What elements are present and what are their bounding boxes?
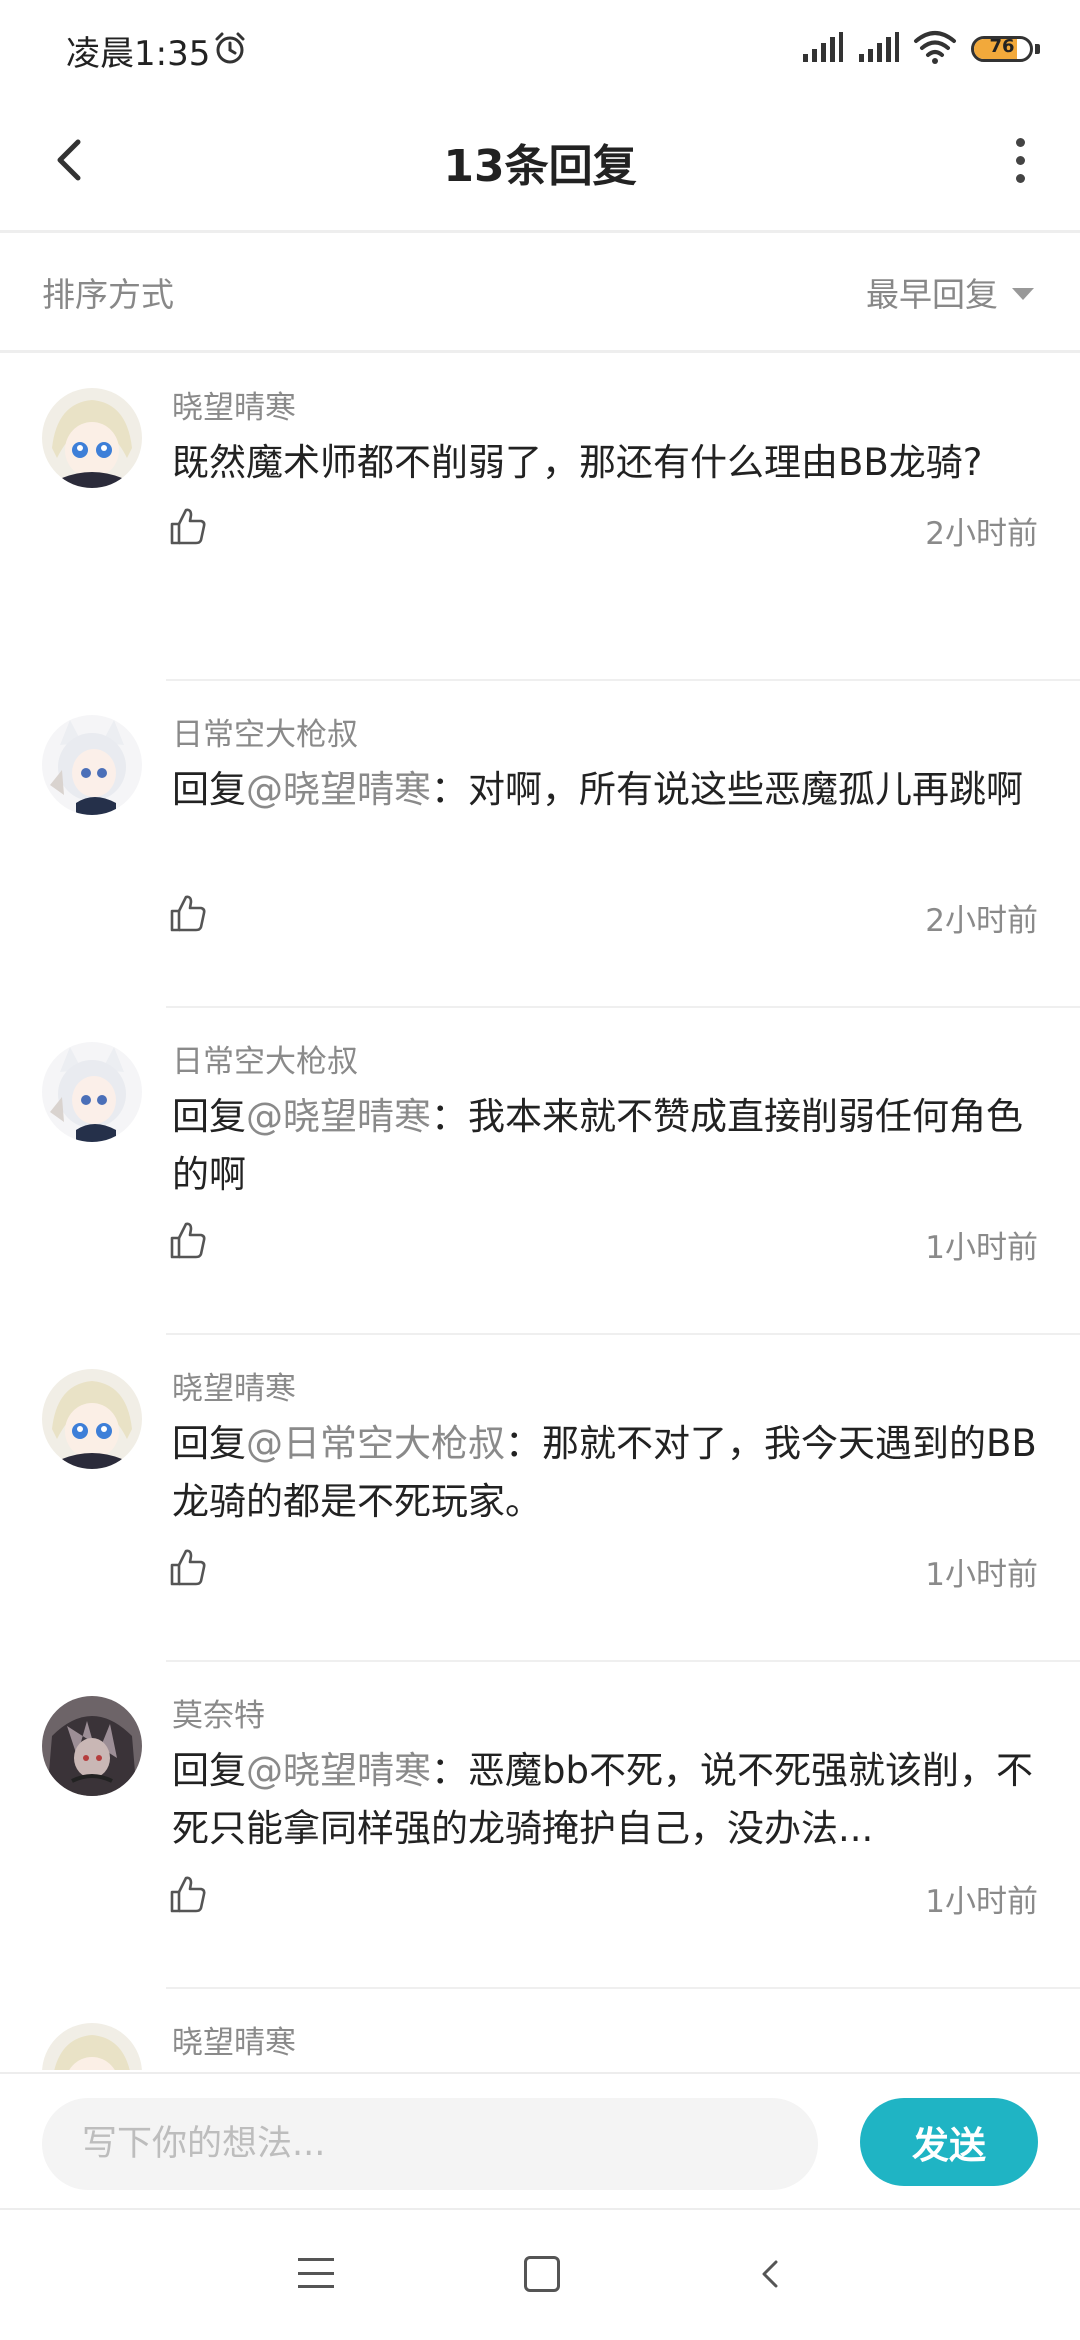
header-divider [0,230,1080,233]
comment-input[interactable] [42,2098,818,2190]
alarm-icon [212,30,248,70]
status-time: 凌晨1:35 [66,34,211,74]
signal-icon [801,32,843,66]
reply-prefix: 回复 [172,1422,246,1465]
thumbs-up-icon [170,1876,206,1913]
status-bar: 凌晨1:35 76 [0,0,1080,100]
reply-content: 回复@晓望晴寒：对啊，所有说这些恶魔孤儿再跳啊 [172,761,1042,819]
reply-content: 回复@晓望晴寒：我本来就不赞成直接削弱任何角色的啊 [172,1088,1042,1204]
avatar[interactable] [42,1369,142,1469]
reply-item[interactable]: 晓望晴寒回复@日常空大枪叔：那就不对了，我今天遇到的BB龙骑的都是不死玩家。 1小… [0,1335,1080,1662]
thumbs-up-icon [170,508,206,545]
reply-time: 1小时前 [925,1884,1038,1920]
reply-prefix: 回复 [172,1749,246,1792]
reply-list[interactable]: 晓望晴寒 既然魔术师都不削弱了，那还有什么理由BB龙骑? 2小时前 日常空大枪叔 回复@… [0,354,1080,2070]
reply-username[interactable]: 晓望晴寒 [172,382,296,427]
battery-percent: 76 [989,36,1015,57]
reply-item[interactable]: 莫奈特回复@晓望晴寒：恶魔bb不死，说不死强就该削，不死只能拿同样强的龙骑掩护自… [0,1662,1080,1989]
more-options-button[interactable] [990,130,1050,190]
like-button[interactable] [166,504,210,548]
back-nav-icon[interactable] [752,2254,792,2294]
reply-username[interactable]: 晓望晴寒 [172,2017,296,2062]
sort-value: 最早回复 [866,275,998,314]
reply-prefix: 回复 [172,768,246,811]
reply-username[interactable]: 日常空大枪叔 [172,1036,358,1081]
mention-link[interactable]: @日常空大枪叔 [246,1422,505,1465]
sort-divider [0,350,1080,353]
reply-item[interactable]: 晓望晴寒既然魔术师都不削弱了，那还有什么理由BB龙骑? 2小时前 [0,354,1080,681]
page-title: 13条回复 [443,141,637,192]
reply-item[interactable]: 日常空大枪叔回复@晓望晴寒：我本来就不赞成直接削弱任何角色的啊 1小时前 [0,1008,1080,1335]
reply-time: 1小时前 [925,1230,1038,1266]
mention-link[interactable]: @晓望晴寒 [246,1749,431,1792]
like-button[interactable] [166,1872,210,1916]
reply-username[interactable]: 日常空大枪叔 [172,709,358,754]
reply-text: 既然魔术师都不削弱了，那还有什么理由BB龙骑? [172,441,983,484]
thumbs-up-icon [170,1549,206,1586]
thumbs-up-icon [170,895,206,932]
reply-time: 1小时前 [925,1557,1038,1593]
battery-cap [1035,44,1040,54]
reply-username[interactable]: 晓望晴寒 [172,1363,296,1408]
sort-label: 排序方式 [42,275,174,314]
avatar[interactable] [42,715,142,815]
reply-item[interactable]: 日常空大枪叔 回复@晓望晴寒：对啊，所有说这些恶魔孤儿再跳啊 2小时前 [0,681,1080,1008]
caret-down-icon [1012,288,1034,300]
avatar[interactable] [42,388,142,488]
more-vertical-icon [1015,155,1025,165]
like-button[interactable] [166,891,210,935]
reply-username[interactable]: 莫奈特 [172,1690,265,1735]
reply-content: 既然魔术师都不削弱了，那还有什么理由BB龙骑? [172,434,1042,492]
app-header: 13条回复 [0,100,1080,230]
thumbs-up-icon [170,1222,206,1259]
comment-composer: 发送 [0,2072,1080,2208]
reply-content: 回复@莫奈特：拿别人挡枪还说的那么理直气壮， [172,2069,1042,2070]
sort-dropdown[interactable]: 最早回复 [866,268,1034,316]
signal-icon [857,32,899,66]
wifi-icon [913,30,957,68]
send-button[interactable]: 发送 [860,2098,1038,2186]
reply-time: 2小时前 [925,516,1038,552]
reply-content: 回复@晓望晴寒：恶魔bb不死，说不死强就该削，不死只能拿同样强的龙骑掩护自己，没… [172,1742,1042,1858]
system-nav-bar [0,2208,1080,2340]
mention-link[interactable]: @晓望晴寒 [246,1095,431,1138]
mention-link[interactable]: @晓望晴寒 [246,768,431,811]
reply-prefix: 回复 [172,1095,246,1138]
like-button[interactable] [166,1545,210,1589]
avatar[interactable] [42,1696,142,1796]
battery-icon: 76 [971,36,1033,62]
sort-bar: 排序方式 最早回复 [0,234,1080,350]
avatar[interactable] [42,2023,142,2070]
menu-icon[interactable] [298,2258,334,2288]
more-vertical-icon [1015,137,1025,147]
reply-content: 回复@日常空大枪叔：那就不对了，我今天遇到的BB龙骑的都是不死玩家。 [172,1415,1042,1531]
avatar[interactable] [42,1042,142,1142]
home-icon[interactable] [524,2256,560,2292]
reply-text: ：对啊，所有说这些恶魔孤儿再跳啊 [431,768,1023,811]
more-vertical-icon [1015,173,1025,183]
reply-time: 2小时前 [925,903,1038,939]
reply-item[interactable]: 晓望晴寒回复@莫奈特：拿别人挡枪还说的那么理直气壮， [0,1989,1080,2070]
like-button[interactable] [166,1218,210,1262]
